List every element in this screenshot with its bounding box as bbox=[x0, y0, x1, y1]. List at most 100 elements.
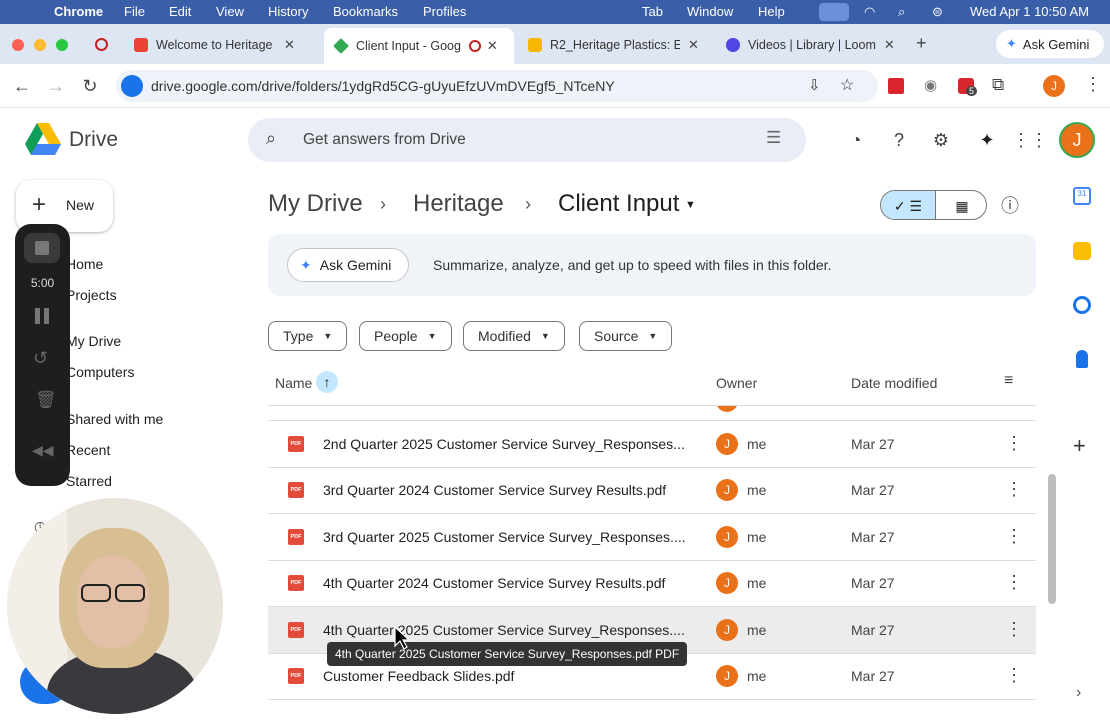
file-name[interactable]: 3rd Quarter 2024 Customer Service Survey… bbox=[323, 482, 666, 498]
tab-welcome[interactable]: Welcome to Heritage P ✕ bbox=[124, 30, 320, 60]
drive-search-bar[interactable]: ⌕ Get answers from Drive ☰ bbox=[248, 118, 806, 162]
install-app-icon[interactable]: ⇩ bbox=[808, 76, 821, 94]
settings-gear-icon[interactable]: ⚙ bbox=[927, 126, 955, 154]
column-owner[interactable]: Owner bbox=[716, 375, 757, 391]
stop-recording-button[interactable] bbox=[24, 233, 60, 263]
list-view-button[interactable]: ✓ ☰ bbox=[881, 191, 935, 219]
more-actions-icon[interactable]: ⋮ bbox=[1005, 572, 1023, 593]
breadcrumb-client-input[interactable]: Client Input bbox=[558, 190, 679, 218]
breadcrumb-my-drive[interactable]: My Drive bbox=[268, 190, 363, 218]
screen-share-icon[interactable] bbox=[819, 3, 849, 21]
wifi-icon[interactable]: ◠ bbox=[864, 4, 875, 20]
menubar-datetime[interactable]: Wed Apr 1 10:50 AM bbox=[970, 4, 1089, 19]
file-name[interactable]: Customer Feedback Slides.pdf bbox=[323, 668, 514, 684]
drive-logo-icon[interactable] bbox=[25, 123, 61, 155]
menu-help[interactable]: Help bbox=[758, 4, 785, 19]
file-row[interactable]: PDF 2nd Quarter 2025 Customer Service Su… bbox=[268, 421, 1036, 467]
recording-icon[interactable] bbox=[95, 38, 108, 51]
apps-grid-icon[interactable]: ⋮⋮ bbox=[1012, 126, 1048, 154]
nav-my-drive[interactable]: My Drive bbox=[66, 333, 121, 349]
chrome-menu-icon[interactable]: ⋮ bbox=[1084, 74, 1102, 95]
more-actions-icon[interactable]: ⋮ bbox=[1005, 526, 1023, 547]
menu-app-name[interactable]: Chrome bbox=[54, 4, 103, 19]
filter-type[interactable]: Type ▼ bbox=[268, 321, 348, 351]
more-actions-icon[interactable]: ⋮ bbox=[1005, 433, 1023, 454]
chrome-profile-avatar[interactable]: J bbox=[1043, 75, 1065, 97]
more-actions-icon[interactable]: ⋮ bbox=[1005, 479, 1023, 500]
acrobat-extension-icon[interactable] bbox=[888, 78, 904, 94]
file-row[interactable]: PDF 3rd Quarter 2025 Customer Service Su… bbox=[268, 514, 1036, 560]
file-name[interactable]: 2nd Quarter 2025 Customer Service Survey… bbox=[323, 436, 685, 452]
gemini-icon[interactable]: ✦ bbox=[973, 126, 1001, 154]
file-name[interactable]: 4th Quarter 2024 Customer Service Survey… bbox=[323, 575, 665, 591]
nav-shared-with-me[interactable]: Shared with me bbox=[66, 411, 163, 427]
back-arrow-icon[interactable]: ← bbox=[8, 72, 36, 100]
folder-dropdown-icon[interactable]: ▼ bbox=[685, 199, 696, 211]
nav-computers[interactable]: Computers bbox=[66, 364, 134, 380]
sort-options-icon[interactable]: ≡ bbox=[1004, 372, 1013, 390]
close-tab-icon[interactable]: ✕ bbox=[884, 37, 895, 53]
get-addons-plus-icon[interactable]: + bbox=[1073, 433, 1086, 459]
file-row[interactable]: PDF 4th Quarter 2024 Customer Service Su… bbox=[268, 560, 1036, 606]
window-close-button[interactable] bbox=[12, 39, 24, 51]
menu-bookmarks[interactable]: Bookmarks bbox=[333, 4, 398, 19]
list-scrollbar[interactable] bbox=[1048, 474, 1056, 604]
menu-window[interactable]: Window bbox=[687, 4, 733, 19]
filter-source[interactable]: Source ▼ bbox=[579, 321, 673, 351]
chrome-ask-gemini-button[interactable]: ✦ Ask Gemini bbox=[996, 30, 1104, 58]
contacts-icon[interactable] bbox=[1076, 350, 1088, 368]
bookmark-star-icon[interactable]: ☆ bbox=[840, 75, 854, 95]
more-actions-icon[interactable]: ⋮ bbox=[1005, 619, 1023, 640]
search-options-icon[interactable]: ☰ bbox=[766, 128, 781, 148]
help-icon[interactable]: ? bbox=[885, 126, 913, 154]
reload-icon[interactable]: ↻ bbox=[76, 72, 104, 100]
restart-icon[interactable]: ↺ bbox=[33, 348, 48, 369]
breadcrumb-heritage[interactable]: Heritage bbox=[413, 190, 504, 218]
pause-icon[interactable] bbox=[35, 308, 40, 324]
grid-view-button[interactable]: ▦ bbox=[935, 191, 986, 219]
menu-history[interactable]: History bbox=[268, 4, 308, 19]
menu-view[interactable]: View bbox=[216, 4, 244, 19]
drive-profile-avatar[interactable]: J bbox=[1059, 122, 1095, 158]
address-bar[interactable]: drive.google.com/drive/folders/1ydgRd5CG… bbox=[116, 70, 878, 102]
trash-icon[interactable]: 🗑 bbox=[35, 390, 57, 410]
tab-r2-heritage[interactable]: R2_Heritage Plastics: E ✕ bbox=[518, 30, 710, 60]
more-actions-icon[interactable]: ⋮ bbox=[1005, 665, 1023, 686]
menu-profiles[interactable]: Profiles bbox=[423, 4, 466, 19]
nav-home[interactable]: Home bbox=[66, 256, 103, 272]
control-center-icon[interactable]: ⊜ bbox=[932, 4, 943, 20]
webcam-video-bubble[interactable] bbox=[7, 498, 223, 714]
spotlight-icon[interactable]: ⌕ bbox=[898, 4, 905, 20]
close-tab-icon[interactable]: ✕ bbox=[487, 38, 498, 54]
details-info-icon[interactable]: ⓘ bbox=[996, 191, 1024, 219]
ask-gemini-button[interactable]: ✦ Ask Gemini bbox=[287, 248, 409, 282]
search-input[interactable]: Get answers from Drive bbox=[303, 131, 466, 149]
tasks-icon[interactable] bbox=[1073, 296, 1091, 314]
keep-icon[interactable] bbox=[1073, 242, 1091, 260]
calendar-icon[interactable]: 31 bbox=[1073, 187, 1091, 205]
filter-modified[interactable]: Modified ▼ bbox=[463, 321, 565, 351]
close-tab-icon[interactable]: ✕ bbox=[284, 37, 295, 53]
extensions-puzzle-icon[interactable]: ⧉ bbox=[992, 75, 1004, 95]
window-zoom-button[interactable] bbox=[56, 39, 68, 51]
expand-side-panel-icon[interactable]: › bbox=[1076, 684, 1081, 702]
url-text[interactable]: drive.google.com/drive/folders/1ydgRd5CG… bbox=[151, 78, 615, 94]
file-name[interactable]: 4th Quarter 2025 Customer Service Survey… bbox=[323, 622, 685, 638]
drive-logo-text[interactable]: Drive bbox=[69, 128, 118, 152]
file-row[interactable]: PDF 3rd Quarter 2024 Customer Service Su… bbox=[268, 467, 1036, 513]
file-name[interactable]: 3rd Quarter 2025 Customer Service Survey… bbox=[323, 529, 686, 545]
menu-edit[interactable]: Edit bbox=[169, 4, 191, 19]
nav-starred[interactable]: Starred bbox=[66, 473, 112, 489]
window-minimize-button[interactable] bbox=[34, 39, 46, 51]
column-date-modified[interactable]: Date modified bbox=[851, 375, 937, 391]
nav-recent[interactable]: Recent bbox=[66, 442, 110, 458]
column-name[interactable]: Name bbox=[275, 375, 312, 391]
camera-extension-icon[interactable]: ◉ bbox=[924, 76, 937, 94]
rewind-icon[interactable]: ◀◀ bbox=[32, 442, 54, 459]
sort-ascending-arrow-icon[interactable]: ↑ bbox=[316, 371, 338, 393]
filter-people[interactable]: People ▼ bbox=[359, 321, 452, 351]
tab-client-input[interactable]: Client Input - Goog ✕ bbox=[324, 28, 514, 64]
ready-offline-icon[interactable]: ◔ bbox=[842, 126, 870, 154]
new-tab-plus-icon[interactable]: + bbox=[916, 33, 927, 54]
close-tab-icon[interactable]: ✕ bbox=[688, 37, 699, 53]
